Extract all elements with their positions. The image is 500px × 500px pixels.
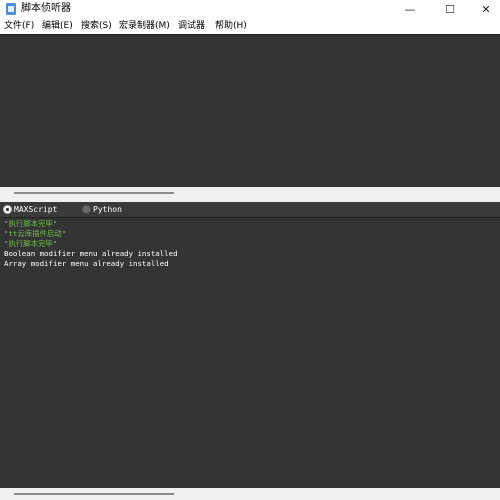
menu-bar: 文件(F) 编辑(E) 搜索(S) 宏录制器(M) 调试器 帮助(H) bbox=[0, 19, 500, 34]
minimize-button[interactable]: — bbox=[392, 0, 428, 18]
lower-horizontal-scrollbar[interactable] bbox=[0, 488, 500, 500]
listener-output-pane[interactable]: "执行脚本完毕" "tt云库插件启动" "执行脚本完毕" Boolean mod… bbox=[0, 218, 500, 488]
script-app-icon bbox=[6, 3, 16, 15]
menu-debugger[interactable]: 调试器 bbox=[178, 20, 205, 33]
output-line: "tt云库插件启动" bbox=[4, 229, 67, 238]
maxscript-radio[interactable] bbox=[3, 205, 12, 214]
output-line: "执行脚本完毕" bbox=[4, 219, 58, 228]
menu-help[interactable]: 帮助(H) bbox=[215, 20, 247, 33]
lower-scroll-thumb[interactable] bbox=[14, 493, 174, 495]
output-line: Boolean modifier menu already installed bbox=[4, 249, 178, 258]
title-bar[interactable]: 脚本侦听器 — ☐ ✕ bbox=[0, 0, 500, 18]
python-label[interactable]: Python bbox=[93, 204, 122, 215]
language-selector: MAXScript Python bbox=[0, 202, 500, 218]
maximize-button[interactable]: ☐ bbox=[432, 0, 468, 18]
macro-recorder-pane[interactable] bbox=[0, 34, 500, 188]
menu-search[interactable]: 搜索(S) bbox=[81, 20, 112, 33]
window-title: 脚本侦听器 bbox=[21, 3, 71, 14]
python-radio[interactable] bbox=[82, 205, 91, 214]
upper-horizontal-scrollbar[interactable] bbox=[0, 187, 500, 199]
close-button[interactable]: ✕ bbox=[468, 0, 500, 18]
menu-file[interactable]: 文件(F) bbox=[4, 20, 34, 33]
maxscript-label[interactable]: MAXScript bbox=[14, 204, 57, 215]
output-line: "执行脚本完毕" bbox=[4, 239, 58, 248]
menu-edit[interactable]: 编辑(E) bbox=[42, 20, 73, 33]
menu-macro-recorder[interactable]: 宏录制器(M) bbox=[119, 20, 170, 33]
output-line: Array modifier menu already installed bbox=[4, 259, 169, 268]
upper-scroll-thumb[interactable] bbox=[14, 192, 174, 194]
